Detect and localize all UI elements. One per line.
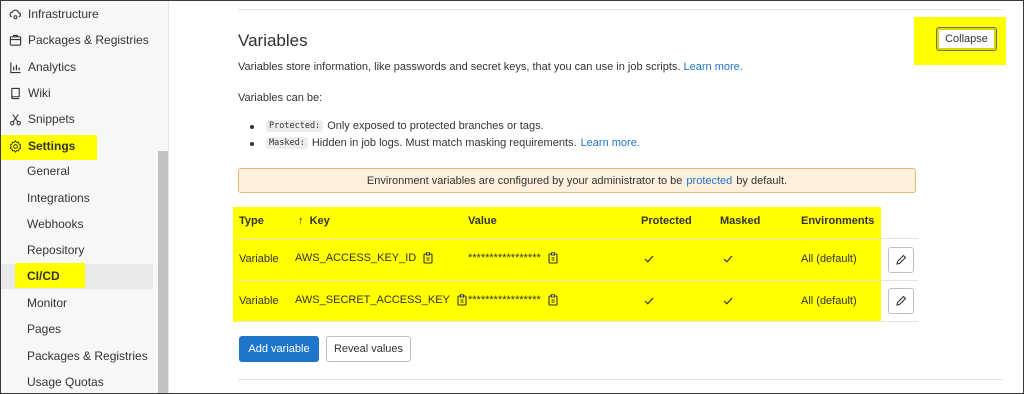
row-divider (238, 321, 918, 322)
sidebar-subitem-label: Integrations (27, 191, 90, 205)
copy-value-icon[interactable] (548, 294, 559, 306)
sidebar-item-label: Snippets (28, 112, 75, 126)
protected-link[interactable]: protected (686, 175, 732, 187)
inline-code: Masked: (266, 137, 308, 149)
sidebar-item-snippets[interactable]: Snippets (1, 108, 169, 130)
section-divider-bottom (238, 379, 1003, 380)
sidebar-subitem-general[interactable]: General (27, 161, 70, 181)
protected-check-icon (644, 297, 654, 305)
copy-key-icon[interactable] (423, 252, 434, 264)
pencil-icon (896, 254, 907, 265)
row-divider (238, 280, 918, 281)
sidebar-subitem-label: Repository (27, 243, 85, 257)
protected-alert: Environment variables are configured by … (238, 168, 916, 193)
copy-value-icon[interactable] (548, 252, 559, 264)
sidebar-subitem-integrations[interactable]: Integrations (27, 188, 90, 208)
reveal-values-button[interactable]: Reveal values (326, 336, 411, 362)
inline-code: Protected: (266, 120, 324, 132)
variable-key: AWS_SECRET_ACCESS_KEY (295, 294, 450, 306)
column-header-key-label: Key (309, 215, 330, 227)
row-1-value: ***************** (468, 252, 559, 264)
row-1-type: Variable (239, 253, 279, 265)
edit-variable-button[interactable] (888, 247, 914, 273)
sidebar-subitem-repository[interactable]: Repository (27, 240, 84, 260)
row-1-environments: All (default) (801, 253, 857, 265)
sidebar-item-label: Packages & Registries (28, 33, 149, 47)
masking-learn-more-link[interactable]: Learn more. (581, 137, 640, 149)
pencil-icon (896, 295, 907, 306)
sidebar-subitem-label: Monitor (27, 296, 68, 310)
bullet-text: Hidden in job logs. Must match masking r… (311, 137, 577, 149)
sidebar-subitem-label: General (27, 164, 70, 178)
sidebar-subitem-pages[interactable]: Pages (27, 319, 61, 339)
row-2-environments: All (default) (801, 295, 857, 307)
settings-icon (8, 139, 22, 153)
collapse-button[interactable]: Collapse (936, 27, 997, 51)
sidebar-subitem-cicd[interactable]: CI/CD (27, 266, 60, 286)
description-text: Variables store information, like passwo… (238, 61, 681, 73)
protected-check-icon (644, 255, 654, 263)
row-2-value: ***************** (468, 294, 559, 306)
list-item: Protected: Only exposed to protected bra… (250, 120, 544, 132)
sidebar: Infrastructure Packages & Registries Ana… (1, 1, 169, 393)
alert-text-end: by default. (736, 174, 788, 187)
masked-value: ***************** (468, 252, 541, 264)
variables-can-be-label: Variables can be: (238, 92, 323, 104)
sidebar-item-settings[interactable]: Settings (1, 135, 169, 157)
masked-check-icon (723, 297, 733, 305)
column-header-environments: Environments (801, 215, 875, 227)
sidebar-item-label: Settings (28, 139, 76, 153)
learn-more-link[interactable]: Learn more. (684, 61, 743, 73)
sidebar-item-infrastructure[interactable]: Infrastructure (1, 3, 169, 25)
sidebar-subitem-label: CI/CD (27, 269, 60, 283)
column-header-masked: Masked (720, 215, 761, 227)
sidebar-item-wiki[interactable]: Wiki (1, 82, 169, 104)
column-header-key[interactable]: ↑ Key (298, 215, 330, 227)
package-icon (8, 33, 22, 47)
copy-key-icon[interactable] (457, 294, 468, 306)
alert-text: Environment variables are configured by … (366, 174, 683, 187)
section-divider-top (238, 9, 1003, 10)
bullet-text: Only exposed to protected branches or ta… (327, 120, 544, 132)
sidebar-subitem-label: Webhooks (27, 217, 84, 231)
bullet-dot (250, 125, 254, 129)
masked-value: ***************** (468, 294, 541, 306)
column-header-protected: Protected (641, 215, 692, 227)
bullet-dot (250, 142, 254, 146)
sidebar-item-label: Infrastructure (28, 7, 99, 21)
sidebar-subitem-monitor[interactable]: Monitor (27, 293, 67, 313)
section-title: Variables (238, 31, 308, 50)
row-2-type: Variable (239, 295, 279, 307)
sidebar-subitem-webhooks[interactable]: Webhooks (27, 214, 83, 234)
sidebar-subitem-label: Packages & Registries (27, 349, 148, 363)
sidebar-subitem-label: Pages (27, 322, 62, 336)
cloud-gear-icon (8, 7, 22, 21)
sidebar-item-label: Wiki (28, 86, 51, 100)
section-description: Variables store information, like passwo… (238, 61, 743, 73)
sidebar-subitem-packages-registries[interactable]: Packages & Registries (27, 346, 148, 366)
masked-check-icon (723, 255, 733, 263)
sidebar-item-packages[interactable]: Packages & Registries (1, 29, 169, 51)
row-2-key: AWS_SECRET_ACCESS_KEY (295, 294, 468, 306)
row-divider (238, 238, 918, 239)
scissors-icon (8, 112, 22, 126)
edit-variable-button[interactable] (888, 288, 914, 314)
sidebar-scrollbar[interactable] (158, 151, 168, 393)
list-item: Masked: Hidden in job logs. Must match m… (250, 137, 640, 149)
sidebar-subitem-label: Usage Quotas (27, 375, 104, 389)
add-variable-button[interactable]: Add variable (239, 336, 319, 362)
row-1-key: AWS_ACCESS_KEY_ID (295, 252, 434, 264)
sidebar-item-label: Analytics (28, 60, 77, 74)
variable-key: AWS_ACCESS_KEY_ID (295, 252, 417, 264)
column-header-type[interactable]: Type (239, 215, 264, 227)
column-header-value: Value (468, 215, 497, 227)
app-window: Infrastructure Packages & Registries Ana… (0, 0, 1024, 394)
sort-arrow-icon: ↑ (298, 215, 304, 227)
chart-icon (8, 60, 22, 74)
sidebar-item-analytics[interactable]: Analytics (1, 56, 169, 78)
sidebar-subitem-usage-quotas[interactable]: Usage Quotas (27, 372, 104, 392)
book-icon (8, 86, 22, 100)
